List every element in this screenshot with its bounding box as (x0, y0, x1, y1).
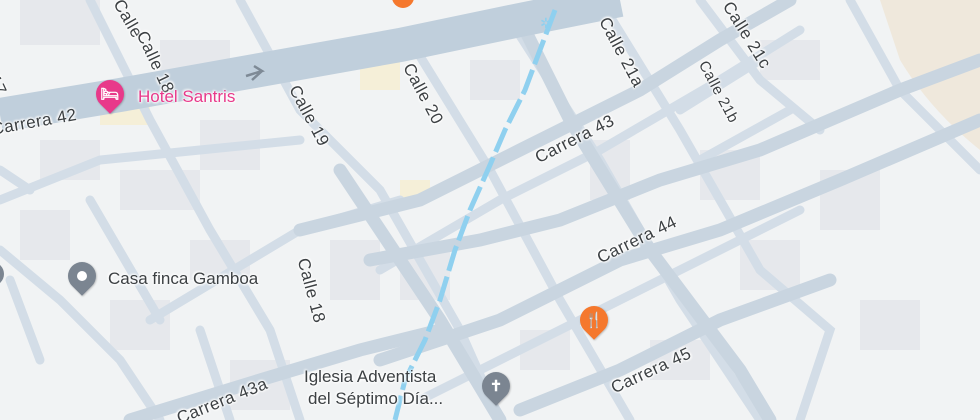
cross-icon: ✝ (489, 378, 503, 395)
bed-icon: 🛏 (100, 86, 120, 103)
hotel-name[interactable]: Hotel Santris (138, 87, 235, 107)
restaurant-pin[interactable]: 🍴 (574, 300, 614, 340)
map-canvas[interactable]: ✲ Carrera 42 Calle Calle 18 17 Calle 19 … (0, 0, 980, 420)
landmark-icon (77, 271, 87, 281)
iglesia-name-line1[interactable]: Iglesia Adventista (304, 367, 436, 387)
iglesia-name-line2[interactable]: del Séptimo Día... (308, 389, 443, 409)
casa-pin[interactable] (62, 256, 102, 296)
iglesia-pin[interactable]: ✝ (476, 366, 516, 406)
canal-marker: ✲ (540, 16, 552, 32)
hotel-pin[interactable]: 🛏 (90, 74, 130, 114)
fork-knife-icon: 🍴 (584, 312, 604, 329)
casa-name[interactable]: Casa finca Gamboa (108, 269, 258, 289)
